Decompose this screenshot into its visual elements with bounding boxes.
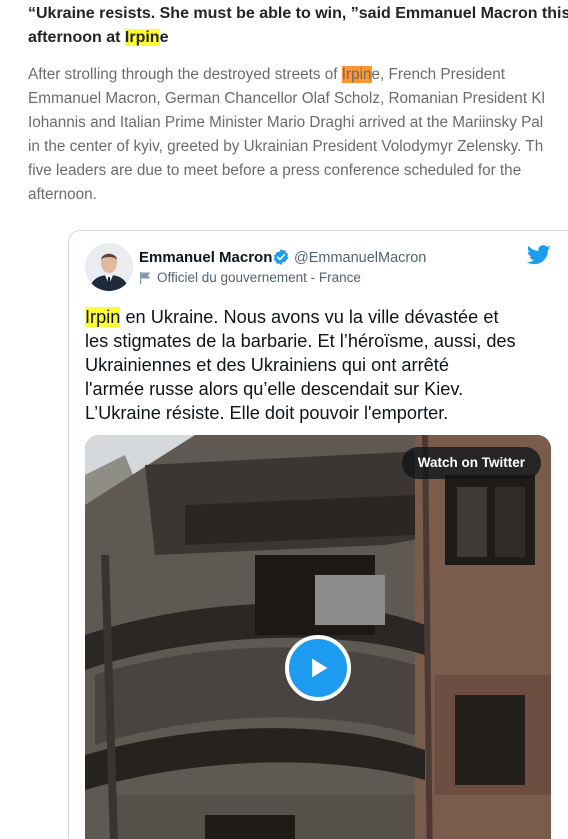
video-player[interactable]: Watch on Twitter (85, 435, 551, 839)
verified-badge-icon (273, 249, 289, 265)
article-heading-line-2: afternoon at Irpine (28, 26, 568, 50)
government-label-row: Officiel du gouvernement - France (139, 270, 361, 285)
tweet-line-text: en Ukraine. Nous avons vu la ville dévas… (120, 307, 499, 327)
tweet-line-1: Irpin en Ukraine. Nous avons vu la ville… (85, 305, 568, 329)
heading-text: afternoon at (28, 29, 125, 46)
tweet-line-2: les stigmates de la barbarie. Et l’héroï… (85, 331, 516, 351)
paragraph-text: After strolling through the destroyed st… (28, 66, 342, 83)
play-button[interactable] (285, 635, 351, 701)
heading-text: e (159, 29, 169, 46)
embedded-tweet[interactable]: Emmanuel Macron @EmmanuelMacron Officiel… (68, 230, 568, 839)
search-highlight-current: Irpin (341, 66, 372, 83)
search-highlight: Irpin (85, 307, 121, 327)
paragraph-text: e, French President (371, 66, 506, 83)
tweet-line-4: l'armée russe alors qu’elle descendait s… (85, 379, 464, 399)
article-paragraph: After strolling through the destroyed st… (28, 63, 568, 207)
paragraph-line-4: in the center of kyiv, greeted by Ukrain… (28, 138, 544, 155)
author-name[interactable]: Emmanuel Macron (139, 249, 272, 266)
avatar[interactable] (85, 243, 133, 291)
tweet-line-5: L’Ukraine résiste. Elle doit pouvoir l'e… (85, 403, 449, 423)
government-flag-icon (140, 271, 150, 284)
article-heading-line-1: “Ukraine resists. She must be able to wi… (28, 5, 568, 22)
watch-on-twitter-button[interactable]: Watch on Twitter (401, 447, 541, 479)
paragraph-line-2: Emmanuel Macron, German Chancellor Olaf … (28, 90, 545, 107)
paragraph-line-6: afternoon. (28, 186, 97, 203)
tweet-line-3: Ukrainiennes et des Ukrainiens qui ont a… (85, 355, 449, 375)
government-label: Officiel du gouvernement - France (157, 270, 361, 285)
play-icon (312, 658, 328, 678)
search-highlight: Irpin (124, 29, 160, 46)
paragraph-line-3: Iohannis and Italian Prime Minister Mari… (28, 114, 544, 131)
paragraph-line-5: five leaders are due to meet before a pr… (28, 162, 522, 179)
twitter-bird-icon[interactable] (527, 245, 551, 265)
article-heading: “Ukraine resists. She must be able to wi… (28, 2, 568, 50)
tweet-text: Irpin en Ukraine. Nous avons vu la ville… (85, 305, 568, 425)
paragraph-line-1: After strolling through the destroyed st… (28, 63, 568, 87)
author-handle[interactable]: @EmmanuelMacron (294, 250, 426, 266)
